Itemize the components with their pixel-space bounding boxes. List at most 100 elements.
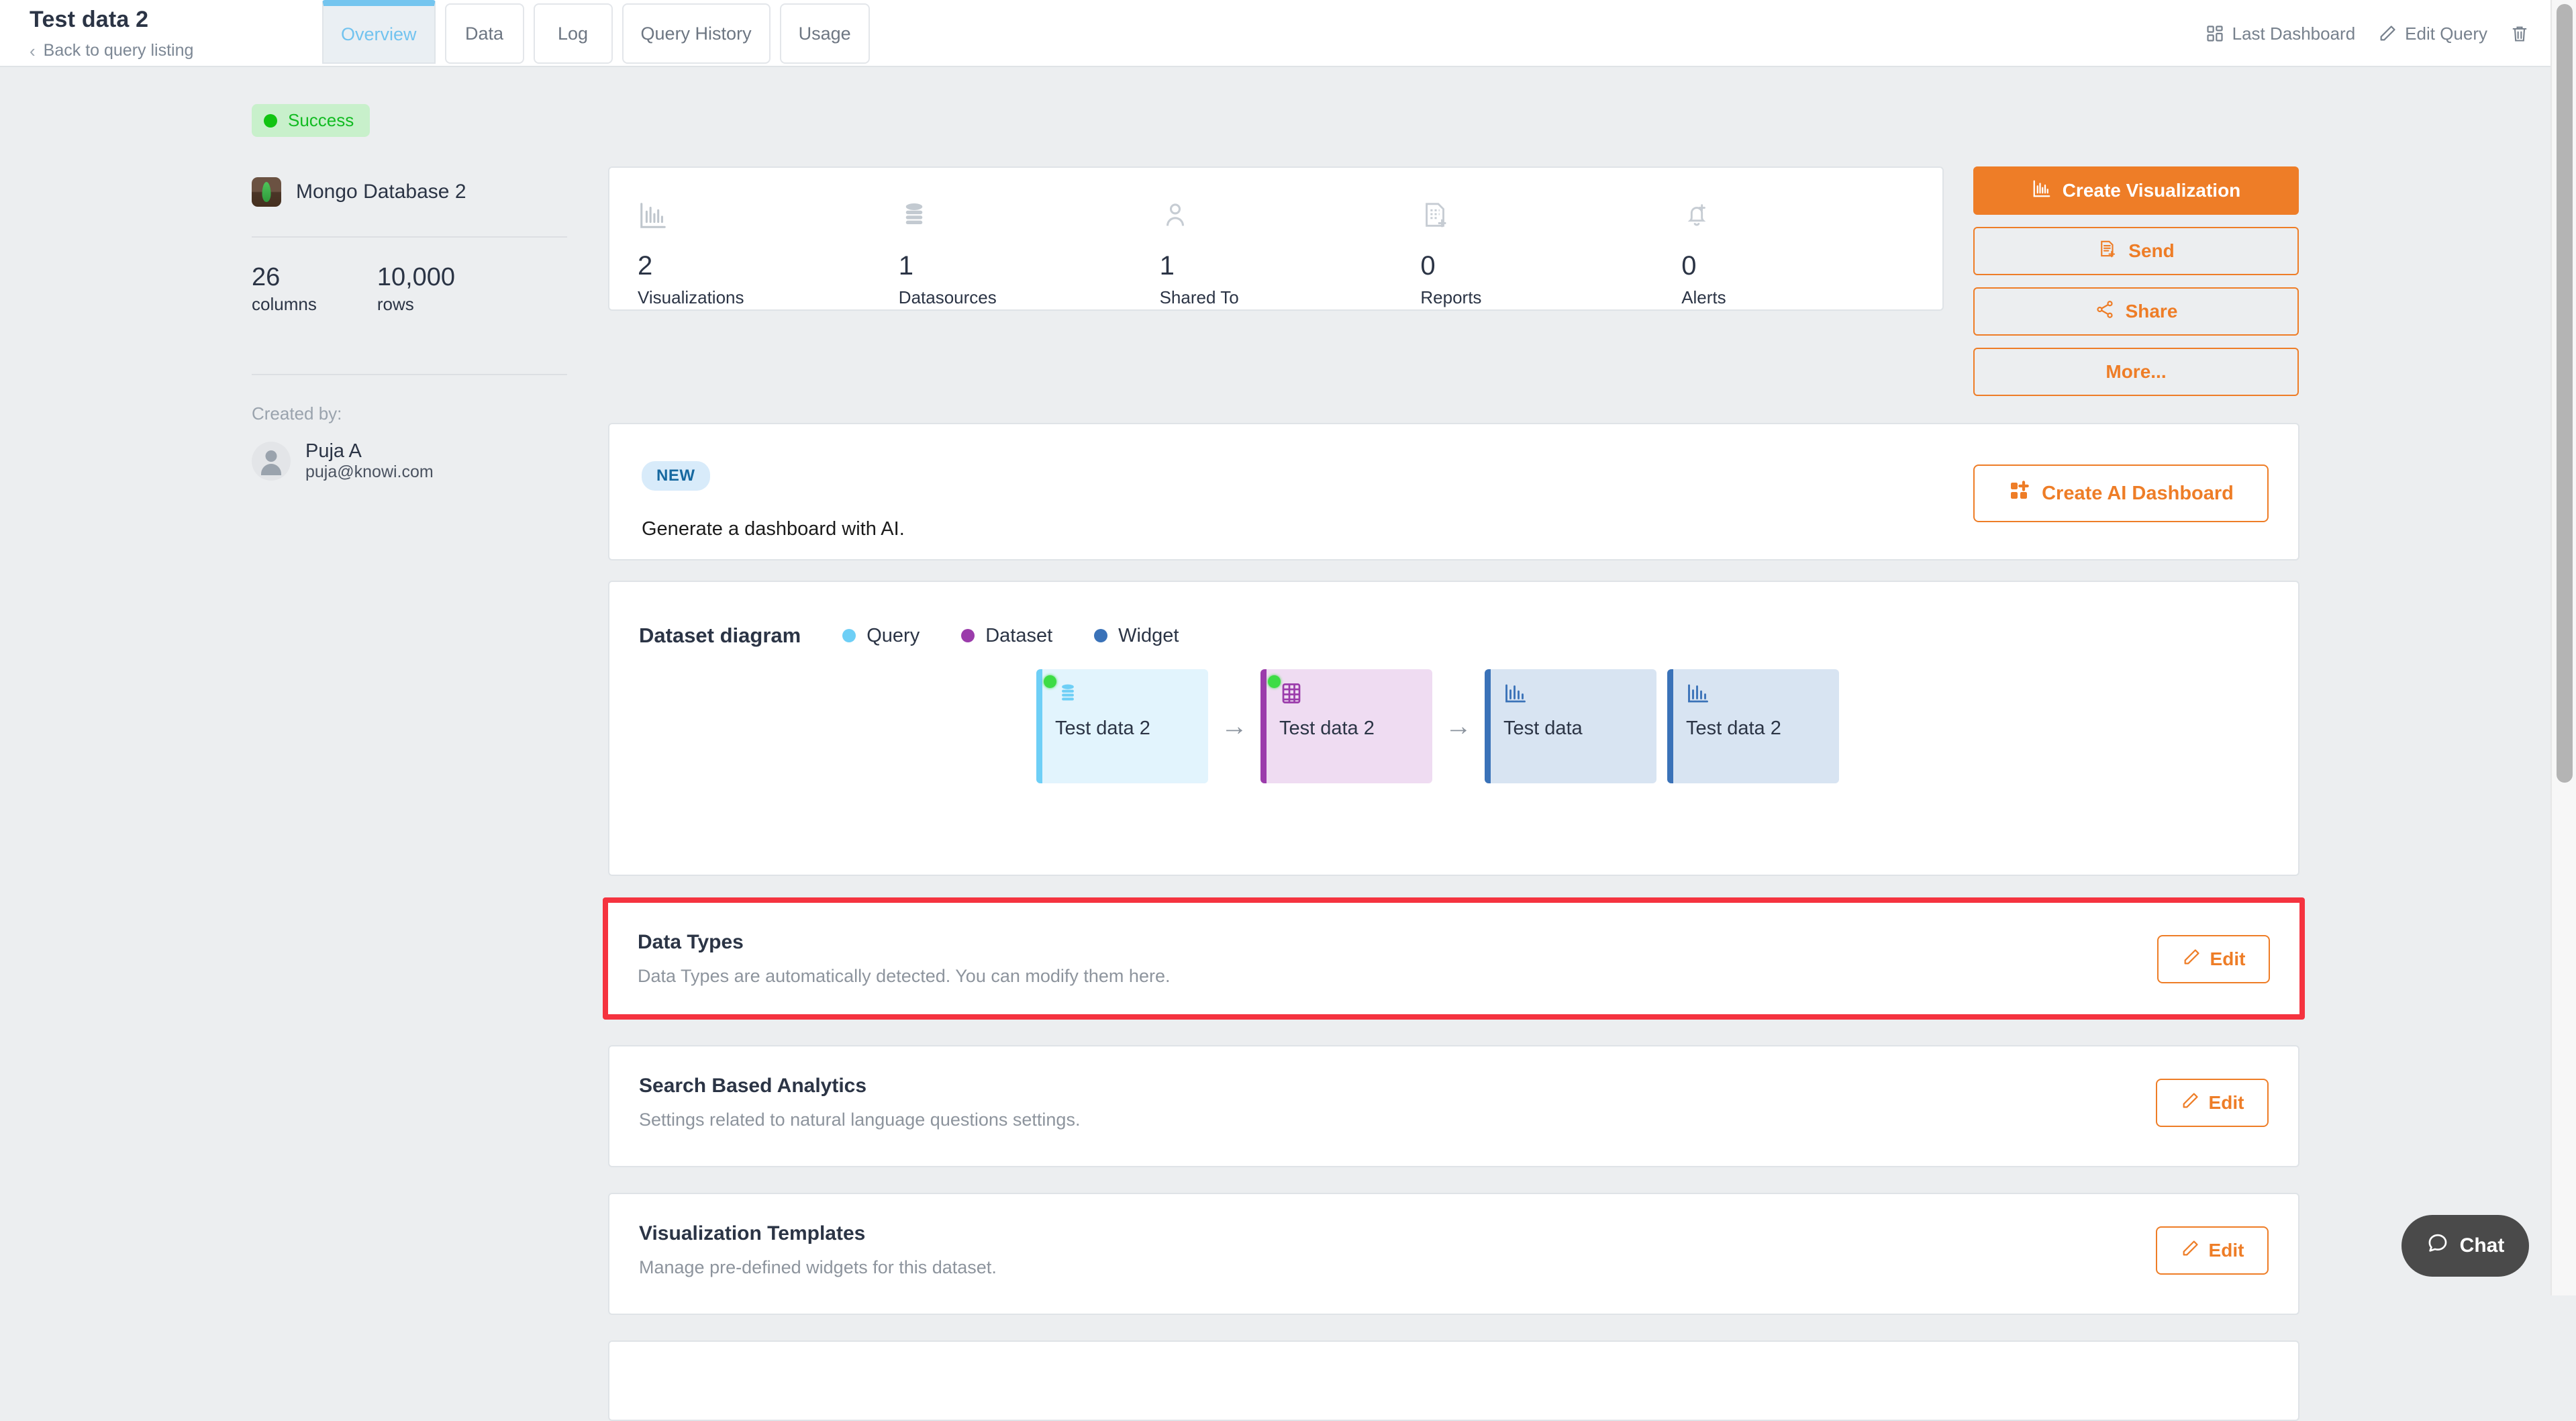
dashboard-grid-icon xyxy=(2206,24,2224,43)
legend-query: Query xyxy=(842,625,920,647)
stat-reports: 0 Reports xyxy=(1420,200,1681,308)
tab-bar: Overview Data Log Query History Usage xyxy=(322,3,870,64)
edit-query-button[interactable]: Edit Query xyxy=(2378,23,2487,44)
dataset-diagram-header: Dataset diagram Query Dataset Widget xyxy=(639,624,1179,648)
more-button[interactable]: More... xyxy=(1973,348,2299,396)
pencil-icon xyxy=(2182,948,2201,971)
section-next-partial xyxy=(608,1340,2299,1421)
create-visualization-label: Create Visualization xyxy=(2063,180,2241,201)
diagram-node-widget-1[interactable]: Test data xyxy=(1485,669,1656,783)
diagram-node-query[interactable]: Test data 2 xyxy=(1036,669,1208,783)
tab-log[interactable]: Log xyxy=(534,3,613,64)
node-status-led-icon xyxy=(1044,675,1056,688)
top-bar: Test data 2 ‹ Back to query listing Over… xyxy=(0,0,2576,67)
send-button[interactable]: Send xyxy=(1973,227,2299,275)
overview-stats-card: 2 Visualizations 1 Datasources xyxy=(608,166,1944,311)
chat-launcher-button[interactable]: Chat xyxy=(2401,1215,2529,1277)
section-search-based-analytics: Search Based Analytics Settings related … xyxy=(608,1045,2299,1167)
stat-visualizations-label: Visualizations xyxy=(638,287,899,308)
stat-visualizations: 2 Visualizations xyxy=(638,200,899,308)
create-visualization-button[interactable]: Create Visualization xyxy=(1973,166,2299,215)
diagram-node-label: Test data 2 xyxy=(1055,718,1208,740)
tab-query-history-label: Query History xyxy=(641,23,752,44)
grid-table-icon xyxy=(1279,681,1432,712)
status-badge-label: Success xyxy=(288,110,354,131)
section-title: Visualization Templates xyxy=(639,1222,865,1245)
section-data-types: Data Types Data Types are automatically … xyxy=(603,897,2305,1020)
edit-label: Edit xyxy=(2210,948,2246,970)
dataset-summary-sidebar: Success Mongo Database 2 26 columns 10,0… xyxy=(252,104,567,482)
database-icon xyxy=(899,200,1160,238)
back-link-label: Back to query listing xyxy=(44,41,194,60)
edit-data-types-button[interactable]: Edit xyxy=(2157,935,2270,983)
stat-visualizations-value: 2 xyxy=(638,252,899,279)
edit-visualization-templates-button[interactable]: Edit xyxy=(2156,1226,2269,1275)
edit-search-based-analytics-button[interactable]: Edit xyxy=(2156,1079,2269,1127)
stat-datasources-label: Datasources xyxy=(899,287,1160,308)
columns-stat-value: 26 xyxy=(252,264,317,291)
share-label: Share xyxy=(2126,301,2178,322)
delete-button[interactable] xyxy=(2510,24,2529,43)
legend-dot-dataset-icon xyxy=(961,629,975,642)
section-subtitle: Data Types are automatically detected. Y… xyxy=(638,966,1170,987)
bar-chart-icon xyxy=(2032,179,2052,203)
node-accent-bar xyxy=(1485,669,1491,783)
stat-alerts: 0 Alerts xyxy=(1681,200,1942,308)
stat-shared-to-label: Shared To xyxy=(1160,287,1421,308)
pencil-icon xyxy=(2181,1239,2199,1263)
stat-datasources: 1 Datasources xyxy=(899,200,1160,308)
new-badge: NEW xyxy=(642,461,710,491)
rows-stat-label: rows xyxy=(377,294,455,315)
section-subtitle: Manage pre-defined widgets for this data… xyxy=(639,1257,997,1278)
title-block: Test data 2 ‹ Back to query listing xyxy=(30,7,193,60)
stat-reports-label: Reports xyxy=(1420,287,1681,308)
chevron-left-icon: ‹ xyxy=(30,42,36,60)
dataset-diagram-title: Dataset diagram xyxy=(639,624,801,648)
node-status-led-icon xyxy=(1268,675,1281,688)
page-title: Test data 2 xyxy=(30,7,193,33)
last-dashboard-button[interactable]: Last Dashboard xyxy=(2206,23,2356,44)
share-icon xyxy=(2095,299,2115,324)
diagram-node-widget-2[interactable]: Test data 2 xyxy=(1667,669,1839,783)
tab-usage[interactable]: Usage xyxy=(780,3,870,64)
legend-query-label: Query xyxy=(866,625,920,647)
diagram-node-dataset[interactable]: Test data 2 xyxy=(1260,669,1432,783)
tab-overview[interactable]: Overview xyxy=(322,0,436,64)
dashboard-plus-icon xyxy=(2008,480,2030,507)
action-button-column: Create Visualization Send Share xyxy=(1973,166,2299,408)
back-to-query-listing-link[interactable]: ‹ Back to query listing xyxy=(30,41,193,60)
bar-chart-icon xyxy=(638,200,899,238)
tab-query-history[interactable]: Query History xyxy=(622,3,771,64)
stat-alerts-value: 0 xyxy=(1681,252,1942,279)
node-accent-bar xyxy=(1260,669,1267,783)
node-accent-bar xyxy=(1036,669,1042,783)
report-add-icon xyxy=(1420,200,1681,238)
node-accent-bar xyxy=(1667,669,1673,783)
status-badge: Success xyxy=(252,104,370,137)
dataset-size-stats: 26 columns 10,000 rows xyxy=(252,238,567,344)
more-label: More... xyxy=(2106,361,2166,383)
chat-label: Chat xyxy=(2460,1234,2505,1257)
tab-usage-label: Usage xyxy=(799,23,851,44)
share-button[interactable]: Share xyxy=(1973,287,2299,336)
datasource-row[interactable]: Mongo Database 2 xyxy=(252,177,567,207)
trash-icon xyxy=(2510,24,2529,43)
create-ai-dashboard-label: Create AI Dashboard xyxy=(2042,483,2234,505)
section-subtitle: Settings related to natural language que… xyxy=(639,1110,1080,1130)
page-body: Success Mongo Database 2 26 columns 10,0… xyxy=(0,67,2564,1295)
legend-dot-widget-icon xyxy=(1094,629,1107,642)
tab-data[interactable]: Data xyxy=(445,3,524,64)
pencil-icon xyxy=(2378,24,2397,43)
divider xyxy=(252,374,567,375)
legend-dataset-label: Dataset xyxy=(985,625,1052,647)
scrollbar-thumb[interactable] xyxy=(2557,4,2573,783)
create-ai-dashboard-button[interactable]: Create AI Dashboard xyxy=(1973,464,2269,522)
diagram-node-label: Test data 2 xyxy=(1279,718,1432,740)
edit-label: Edit xyxy=(2209,1092,2244,1114)
bell-add-icon xyxy=(1681,200,1942,238)
header-actions: Last Dashboard Edit Query xyxy=(2206,0,2529,67)
mongodb-icon xyxy=(252,177,281,207)
datasource-name: Mongo Database 2 xyxy=(296,181,466,203)
send-label: Send xyxy=(2128,240,2174,262)
page-scrollbar[interactable] xyxy=(2550,0,2576,1295)
